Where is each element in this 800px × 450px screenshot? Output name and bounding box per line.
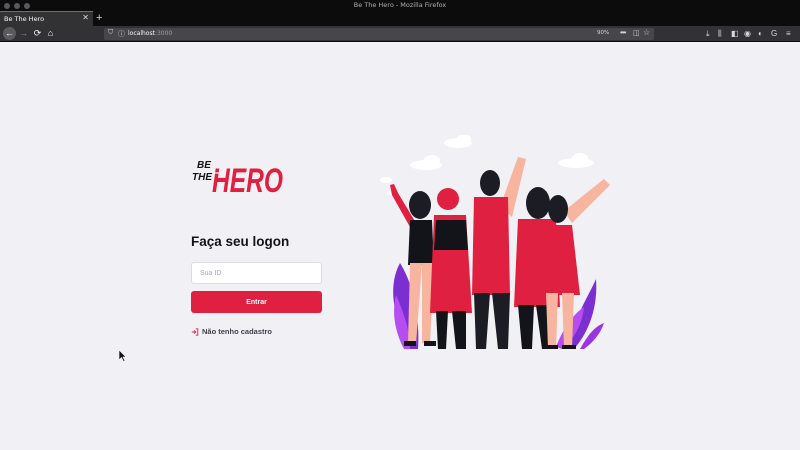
register-label: Não tenho cadastro bbox=[202, 327, 273, 336]
logo-hero-word: HERO bbox=[212, 162, 283, 197]
shield-icon[interactable]: ⛉ bbox=[108, 29, 113, 37]
url-port: :3000 bbox=[154, 30, 173, 37]
id-input[interactable] bbox=[191, 262, 322, 284]
window-title: Be The Hero - Mozilla Firefox bbox=[353, 1, 447, 9]
url-text[interactable]: localhost:3000 bbox=[128, 30, 172, 37]
back-arrow-icon[interactable]: ← bbox=[3, 27, 16, 40]
log-in-icon bbox=[191, 327, 199, 336]
page-title: Faça seu logon bbox=[191, 234, 290, 249]
home-icon[interactable]: ⌂ bbox=[44, 27, 57, 40]
pocket-icon[interactable]: ◫ bbox=[633, 29, 640, 37]
tab-be-the-hero[interactable]: Be The Hero ✕ bbox=[0, 11, 93, 26]
logo-line1: BE bbox=[197, 160, 211, 171]
info-icon[interactable]: ⓘ bbox=[118, 29, 125, 39]
person-2 bbox=[430, 188, 472, 349]
be-the-hero-logo: BE THE HERO bbox=[192, 160, 283, 197]
reload-icon[interactable]: ⟳ bbox=[31, 27, 44, 40]
new-tab-icon[interactable]: + bbox=[96, 11, 102, 25]
zoom-level[interactable]: 90% bbox=[597, 30, 609, 36]
tab-strip: Be The Hero ✕ + bbox=[0, 11, 800, 26]
page-viewport: BE THE HERO Faça seu logon Entrar Não te… bbox=[0, 43, 800, 450]
extension-g-icon[interactable]: G bbox=[771, 28, 777, 40]
mouse-cursor-icon bbox=[119, 350, 127, 362]
extension-icon[interactable]: ◐ bbox=[758, 28, 763, 40]
sidebar-icon[interactable]: ◧ bbox=[731, 28, 739, 40]
tab-title: Be The Hero bbox=[4, 14, 45, 23]
logo-line2: THE bbox=[192, 172, 212, 183]
submit-button[interactable]: Entrar bbox=[191, 291, 322, 313]
heroes-illustration bbox=[380, 135, 610, 349]
url-host: localhost bbox=[128, 30, 155, 37]
more-icon[interactable]: ••• bbox=[620, 28, 626, 37]
library-icon[interactable]: ⫼ bbox=[718, 28, 722, 40]
account-icon[interactable]: ◉ bbox=[744, 28, 751, 40]
window-titlebar: Be The Hero - Mozilla Firefox bbox=[0, 0, 800, 11]
menu-icon[interactable]: ≡ bbox=[786, 28, 791, 40]
register-link[interactable]: Não tenho cadastro bbox=[191, 327, 272, 336]
navigation-toolbar: ← → ⟳ ⌂ ⛉ ⓘ localhost:3000 90% ••• ◫ ☆ ⤓… bbox=[0, 26, 800, 42]
forward-arrow-icon[interactable]: → bbox=[17, 27, 30, 40]
tab-close-icon[interactable]: ✕ bbox=[82, 13, 89, 22]
star-icon[interactable]: ☆ bbox=[643, 28, 650, 37]
url-bar[interactable]: ⛉ ⓘ localhost:3000 90% ••• ◫ ☆ bbox=[104, 28, 654, 40]
download-icon[interactable]: ⤓ bbox=[706, 28, 710, 40]
